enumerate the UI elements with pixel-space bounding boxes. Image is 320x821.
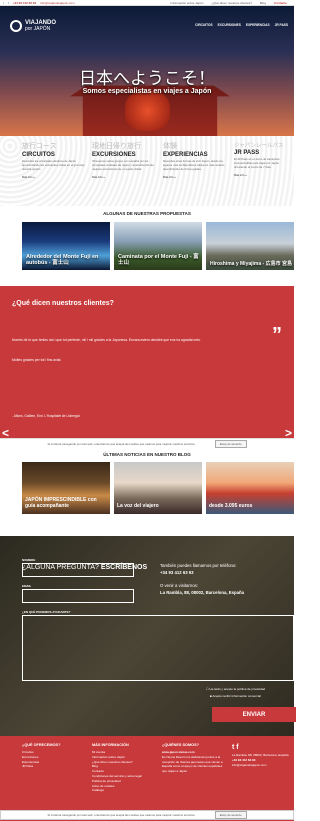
name-field[interactable] [22,563,134,577]
service-desc: Ofrecemos varios grupos con español por … [92,159,154,171]
top-email[interactable]: info@viajandoajapon.com [40,1,75,5]
question-label: ¿EN QUÉ PODEMOS AYUDARTE? [22,610,71,614]
proposal-caption: Alrededor del Monte Fuji en autobús - 富士… [26,253,99,267]
proposal-caption: Caminata por el Monte Fuji - 富士山 [118,253,199,267]
logo-sub: por JAPÓN [25,26,51,32]
nav-excursiones[interactable]: EXCURSIONES [218,23,241,27]
commercial-label: Acepto recibir información comercial [212,694,261,698]
cookie-accept-button[interactable]: Estoy de acuerdo [214,439,247,448]
testimonials-title: ¿Qué dicen nuestros clientes? [12,300,114,307]
footer-social: t f [232,742,292,753]
cookie-bar: Si continúa navegando por esta web, ente… [0,438,294,448]
hero-title: 日本へようこそ！ [79,69,215,89]
top-link-testimonials[interactable]: ¿Qué dicen nuestros clientes? [211,1,252,5]
cookie-accept-button[interactable]: Estoy de acuerdo [214,811,247,819]
cookie-bar-bottom: Si continúa navegando por esta web, ente… [0,810,294,820]
nav-experiencias[interactable]: EXPERIENCIAS [246,23,270,27]
nav-circuitos[interactable]: CIRCUITOS [195,23,212,27]
footer-link[interactable]: JR Pass [22,764,60,769]
footer-col-title: MÁS INFORMACIÓN [92,743,129,747]
service-more-link[interactable]: Más info » [163,175,231,179]
privacy-checkbox[interactable]: ☐ He leído y acepto la política de priva… [206,687,265,691]
news-caption: La voz del viajero [117,503,159,509]
cookie-text: Si continúa navegando por esta web, ente… [47,441,195,446]
service-title[interactable]: JR PASS [234,150,292,156]
service-jp: 旅行コース [22,142,57,150]
twitter-icon[interactable]: t [232,744,234,751]
cookie-text: Si continúa navegando por esta web, ente… [47,813,195,817]
contact-phone-text: También puedes llamarnos por teléfono: [160,563,237,568]
news-title: ÚLTIMAS NOTICIAS EN NUESTRO BLOG [103,452,191,457]
footer-col-title: ¿QUIÉNES SOMOS? [162,743,199,747]
proposal-card[interactable]: Hiroshima y Miyajima - 広島市 宮島 [206,222,294,270]
footer-col-about: ¿QUIÉNES SOMOS? www.japon-tomas.com En N… [162,742,226,774]
proposals-title: ALGUNAS DE NUESTRAS PROPUESTAS [103,211,191,216]
question-textarea[interactable] [22,615,294,681]
facebook-icon[interactable]: f [236,744,238,751]
footer: ¿QUÉ OFRECEMOS? Circuitos Excursiones Ex… [0,736,294,821]
hero-subtitle: Somos especialistas en viajes a Japón [82,88,212,95]
footer-link[interactable]: Catálogo [92,788,156,793]
services-section: 旅行コース CIRCUITOS Descubra los principales… [0,136,294,206]
service-title[interactable]: CIRCUITOS [22,152,90,158]
footer-col-info: MÁS INFORMACIÓN Mi cuenta Información so… [92,742,156,793]
footer-about-text: En Nexus Resort nos dedicamos juntos a l… [162,754,223,774]
service-title[interactable]: EXPERIENCIAS [163,152,231,158]
service-more-link[interactable]: Más info » [92,175,160,179]
testimonial-text-2: Moltes gràcies per tot i fins aviat. [12,358,62,362]
name-label: NOMBRE [22,558,36,562]
top-link-contact[interactable]: Contacto [274,1,287,5]
news-caption: desde 3.095 euros [209,503,253,509]
send-button[interactable]: ENVIAR [212,707,296,722]
service-desc: El JR Pass es un bono de transporte impr… [234,157,280,169]
news-card[interactable]: desde 3.095 euros [206,462,294,514]
quote-icon: ” [272,324,282,346]
facebook-icon[interactable]: f [8,1,9,5]
testimonials-section: ¿Qué dicen nuestros clientes? ” Només di… [0,286,294,440]
testimonial-author: - Alfons, Guillem, Enri. L'Hospitalet de… [12,414,80,418]
proposal-card[interactable]: Caminata por el Monte Fuji - 富士山 [114,222,202,270]
top-link-blog[interactable]: Blog [260,1,266,5]
email-field[interactable] [22,589,134,603]
service-desc: Descubra otras formas de vivir Japón, de… [163,159,225,171]
service-circuitos: 旅行コース CIRCUITOS Descubra los principales… [22,141,90,179]
service-jrpass: ジャパンレールパス JR PASS El JR Pass es un bono … [234,141,292,177]
proposal-caption: Hiroshima y Miyajima - 広島市 宮島 [210,261,292,267]
site-logo[interactable]: VIAJANDO por JAPÓN [10,20,56,32]
news-card[interactable]: La voz del viajero [114,462,202,514]
footer-col-title: ¿QUÉ OFRECEMOS? [22,743,61,747]
footer-col-offer: ¿QUÉ OFRECEMOS? Circuitos Excursiones Ex… [22,742,60,769]
twitter-icon[interactable]: t [3,1,4,5]
proposal-card[interactable]: Alrededor del Monte Fuji en autobús - 富士… [22,222,110,270]
service-excursiones: 現地日帰り旅行 EXCURSIONES Ofrecemos varios gru… [92,141,160,179]
service-jp: 体験 [163,142,177,150]
news-caption: JAPÓN IMPRESCINDIBLE con guía acompañant… [25,497,97,509]
hero-banner: VIAJANDO por JAPÓN CIRCUITOS EXCURSIONES… [0,6,294,136]
email-label: EMAIL [22,584,32,588]
footer-col-contact: t f La Rambla, 88, 08002, Barcelona, Esp… [232,742,292,768]
service-jp: ジャパンレールパス [234,143,284,149]
nav-jrpass[interactable]: JR PASS [275,23,288,27]
logo-circle-icon [10,20,22,32]
privacy-label: He leído y acepto la política de privaci… [209,687,266,691]
service-desc: Descubra los principales destinos de Jap… [22,159,85,171]
testimonial-text: Només dir te que tenies raó i que tot pe… [12,338,201,342]
service-more-link[interactable]: Más info » [234,173,292,177]
top-link-info[interactable]: Información sobre Japón [170,1,203,5]
contact-phone[interactable]: +34 93 412 63 93 [160,570,194,576]
service-experiencias: 体験 EXPERIENCIAS Descubra otras formas de… [163,141,231,179]
commercial-checkbox[interactable]: ■ Acepto recibir información comercial [210,694,261,698]
service-more-link[interactable]: Más info » [22,175,90,179]
top-phone[interactable]: +34 93 412 63 93 [13,1,36,5]
main-nav: CIRCUITOS EXCURSIONES EXPERIENCIAS JR PA… [195,23,288,27]
service-jp: 現地日帰り旅行 [92,142,141,150]
contact-visit: O venir a visitarnos: [160,583,198,588]
news-card[interactable]: JAPÓN IMPRESCINDIBLE con guía acompañant… [22,462,110,514]
footer-email[interactable]: info@viajandoajapon.com [232,763,292,768]
contact-address: La Rambla, 88, 08002, Barcelona, España [160,590,245,595]
service-title[interactable]: EXCURSIONES [92,152,160,158]
lantern-image [125,91,170,131]
